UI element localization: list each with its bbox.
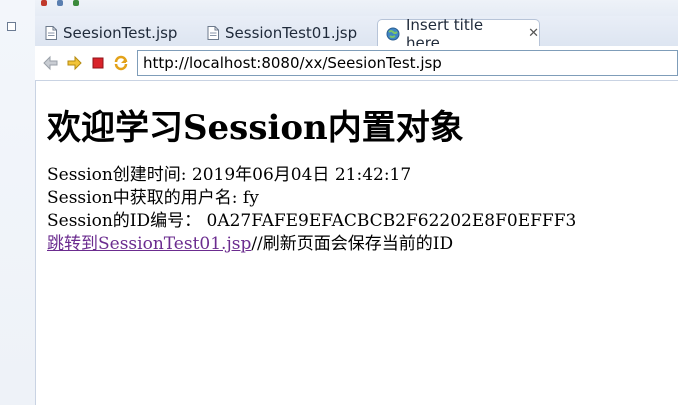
page-content: 欢迎学习Session内置对象 Session创建时间: 2019年06月04日… — [47, 80, 678, 405]
stop-icon[interactable] — [90, 55, 106, 71]
tab-insert-title-here[interactable]: Insert title here ✕ — [377, 16, 540, 52]
tab-sessiontest01-jsp[interactable]: SessionTest01.jsp — [199, 19, 375, 46]
tab-seesiontest-jsp[interactable]: SeesionTest.jsp — [37, 19, 197, 46]
toolbar-icon[interactable] — [41, 0, 47, 6]
page-heading: 欢迎学习Session内置对象 — [47, 108, 464, 148]
refresh-icon[interactable] — [113, 55, 129, 71]
back-arrow-icon[interactable] — [43, 55, 59, 71]
jsp-file-icon — [45, 25, 57, 40]
session-info: Session创建时间: 2019年06月04日 21:42:17 Sessio… — [47, 164, 678, 256]
tab-label: SeesionTest.jsp — [63, 23, 178, 42]
close-icon[interactable]: ✕ — [528, 26, 539, 41]
editor-tab-bar: SeesionTest.jsp SessionTest01.jsp Insert… — [35, 16, 678, 52]
toolbar-icon[interactable] — [73, 0, 79, 6]
top-toolbar — [35, 0, 678, 17]
jsp-file-icon — [207, 25, 219, 40]
toolbar-icon[interactable] — [57, 0, 63, 6]
forward-arrow-icon[interactable] — [66, 55, 82, 71]
browser-nav-bar: http://localhost:8080/xx/SeesionTest.jsp — [35, 46, 678, 81]
session-username: Session中获取的用户名: fy — [47, 188, 259, 208]
left-gutter — [0, 0, 36, 405]
restore-view-icon[interactable] — [7, 22, 16, 31]
sessiontest01-link[interactable]: 跳转到SessionTest01.jsp — [47, 234, 251, 254]
refresh-comment: //刷新页面会保存当前的ID — [251, 234, 454, 254]
session-id: Session的ID编号： 0A27FAFE9EFACBCB2F62202E8F… — [47, 211, 577, 231]
url-input[interactable]: http://localhost:8080/xx/SeesionTest.jsp — [137, 50, 678, 76]
session-created-time: Session创建时间: 2019年06月04日 21:42:17 — [47, 165, 412, 185]
tab-label: SessionTest01.jsp — [225, 23, 358, 42]
globe-icon — [386, 27, 400, 40]
link-line: 跳转到SessionTest01.jsp//刷新页面会保存当前的ID — [47, 233, 678, 256]
